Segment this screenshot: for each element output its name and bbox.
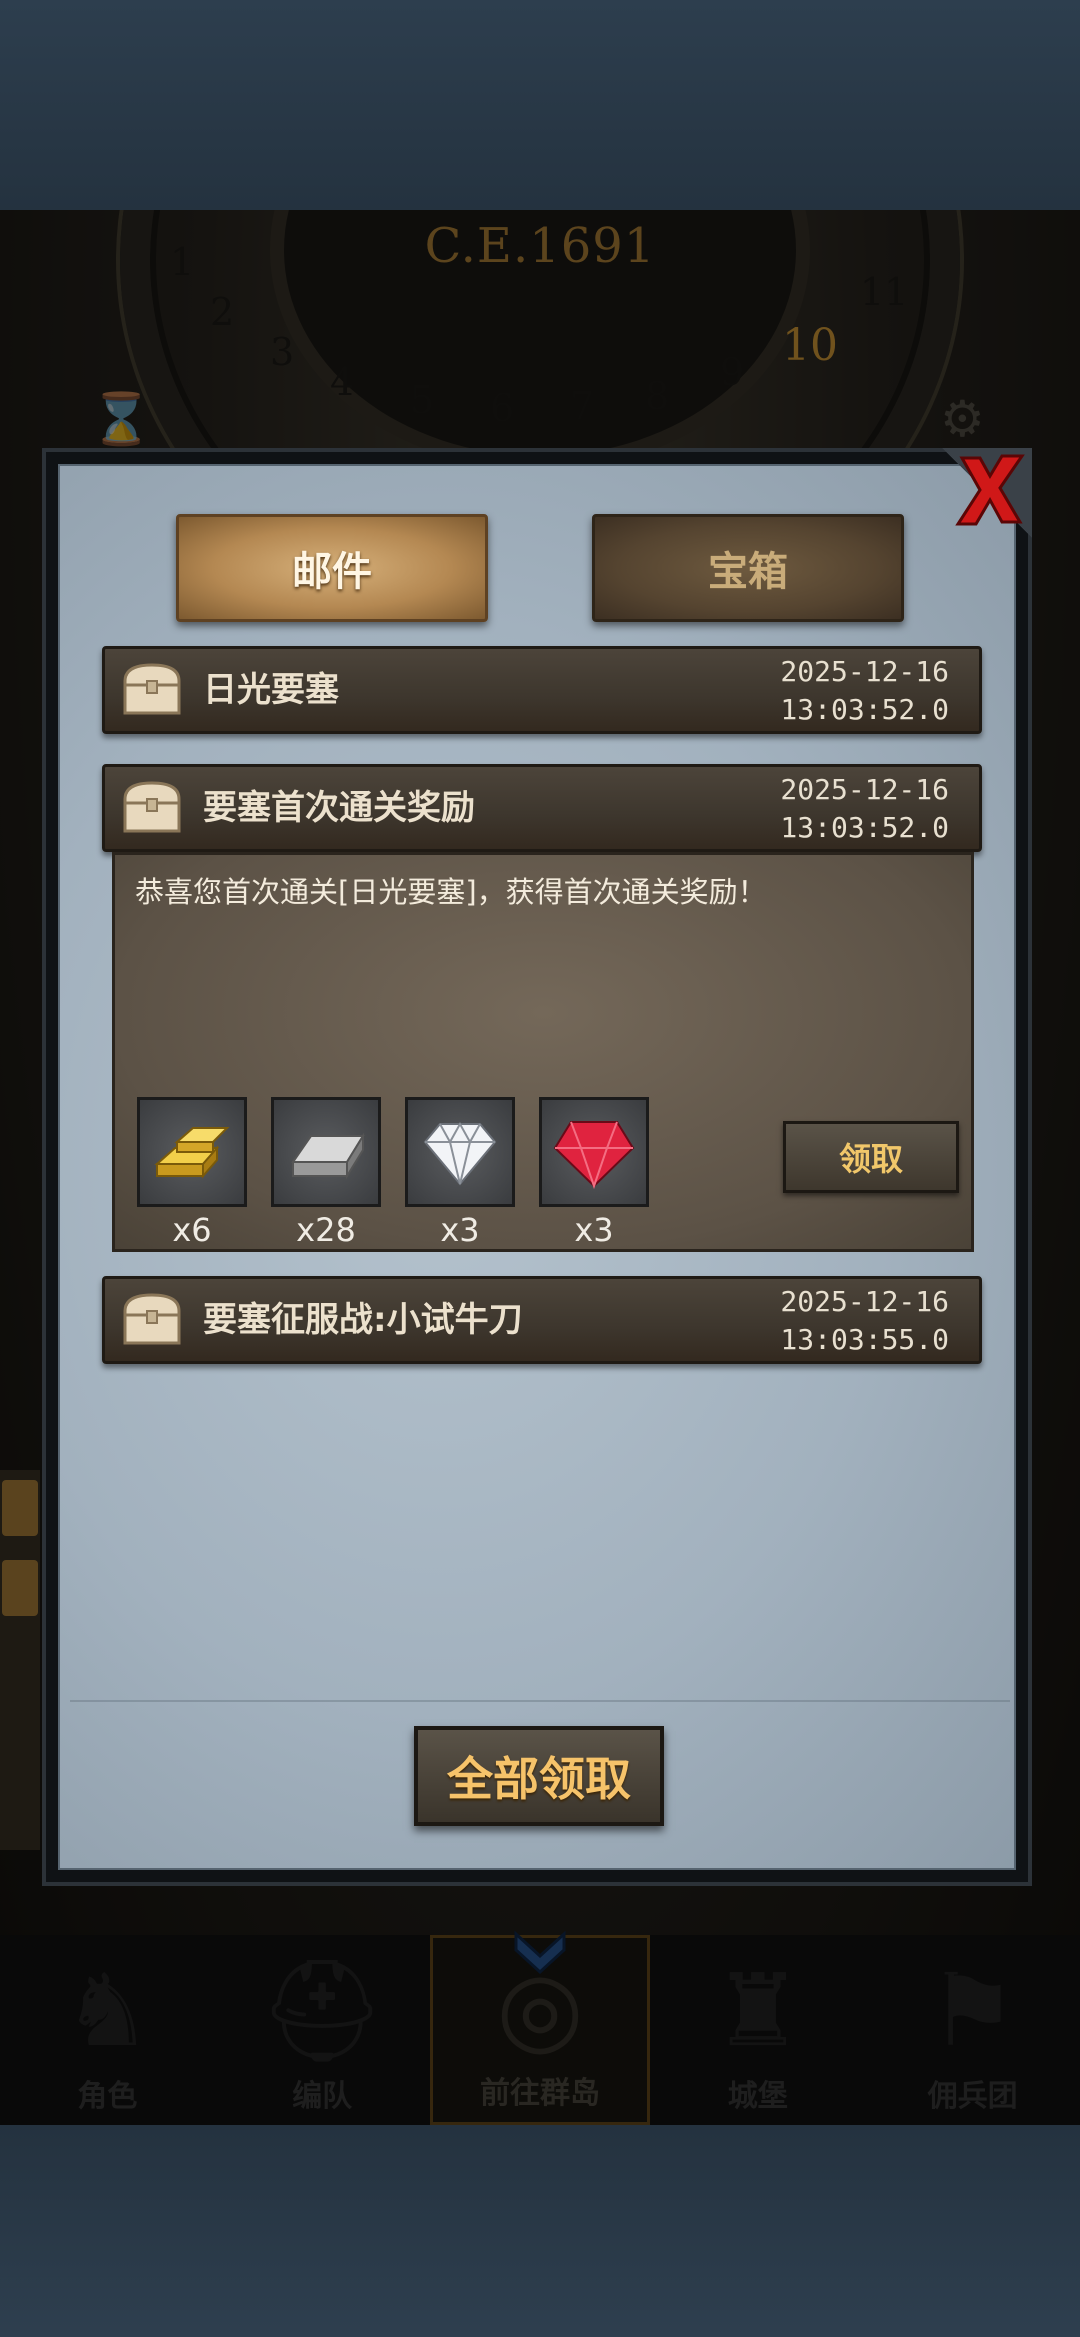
iron-ingot-icon (291, 1132, 365, 1180)
mail-timestamp: 2025-12-16 13:03:55.0 (780, 1283, 949, 1359)
mail-time: 13:03:52.0 (780, 811, 949, 844)
mail-timestamp: 2025-12-16 13:03:52.0 (780, 653, 949, 729)
reward-count: x3 (440, 1211, 480, 1249)
reward-slot (539, 1097, 649, 1207)
reward-slot (137, 1097, 247, 1207)
mail-message: 恭喜您首次通关[日光要塞]，获得首次通关奖励！ (135, 875, 767, 909)
mail-date: 2025-12-16 (780, 773, 949, 806)
chest-icon (123, 1293, 181, 1345)
mail-title: 要塞征服战:小试牛刀 (203, 1300, 523, 1340)
mail-timestamp: 2025-12-16 13:03:52.0 (780, 771, 949, 847)
tab-mail[interactable]: 邮件 (176, 514, 488, 622)
reward-item[interactable]: x28 (271, 1097, 381, 1249)
ruby-icon (553, 1121, 635, 1190)
close-icon[interactable] (950, 448, 1030, 530)
mail-title: 日光要塞 (203, 670, 339, 710)
reward-item[interactable]: x3 (539, 1097, 649, 1249)
tab-chest[interactable]: 宝箱 (592, 514, 904, 622)
reward-count: x6 (172, 1211, 212, 1249)
reward-count: x3 (574, 1211, 614, 1249)
footer-divider (70, 1700, 1010, 1702)
reward-item[interactable]: x6 (137, 1097, 247, 1249)
mail-time: 13:03:55.0 (780, 1323, 949, 1356)
mail-row-expanded[interactable]: 要塞首次通关奖励 2025-12-16 13:03:52.0 (102, 764, 982, 852)
reward-item[interactable]: x3 (405, 1097, 515, 1249)
chest-icon (123, 781, 181, 833)
mail-title: 要塞首次通关奖励 (203, 788, 475, 828)
top-letterbox (0, 0, 1080, 210)
reward-slot (405, 1097, 515, 1207)
mail-date: 2025-12-16 (780, 655, 949, 688)
mail-body: 恭喜您首次通关[日光要塞]，获得首次通关奖励！ x6 x28 x3 x3 领取 (112, 852, 974, 1252)
reward-slot (271, 1097, 381, 1207)
claim-button[interactable]: 领取 (783, 1121, 959, 1193)
gold-bar-icon (154, 1127, 230, 1179)
mail-time: 13:03:52.0 (780, 693, 949, 726)
mail-date: 2025-12-16 (780, 1285, 949, 1318)
reward-count: x28 (296, 1211, 356, 1249)
chest-icon (123, 663, 181, 715)
claim-all-button[interactable]: 全部领取 (414, 1726, 664, 1826)
diamond-icon (423, 1121, 497, 1186)
mail-row[interactable]: 要塞征服战:小试牛刀 2025-12-16 13:03:55.0 (102, 1276, 982, 1364)
mail-row[interactable]: 日光要塞 2025-12-16 13:03:52.0 (102, 646, 982, 734)
bottom-letterbox (0, 2125, 1080, 2337)
